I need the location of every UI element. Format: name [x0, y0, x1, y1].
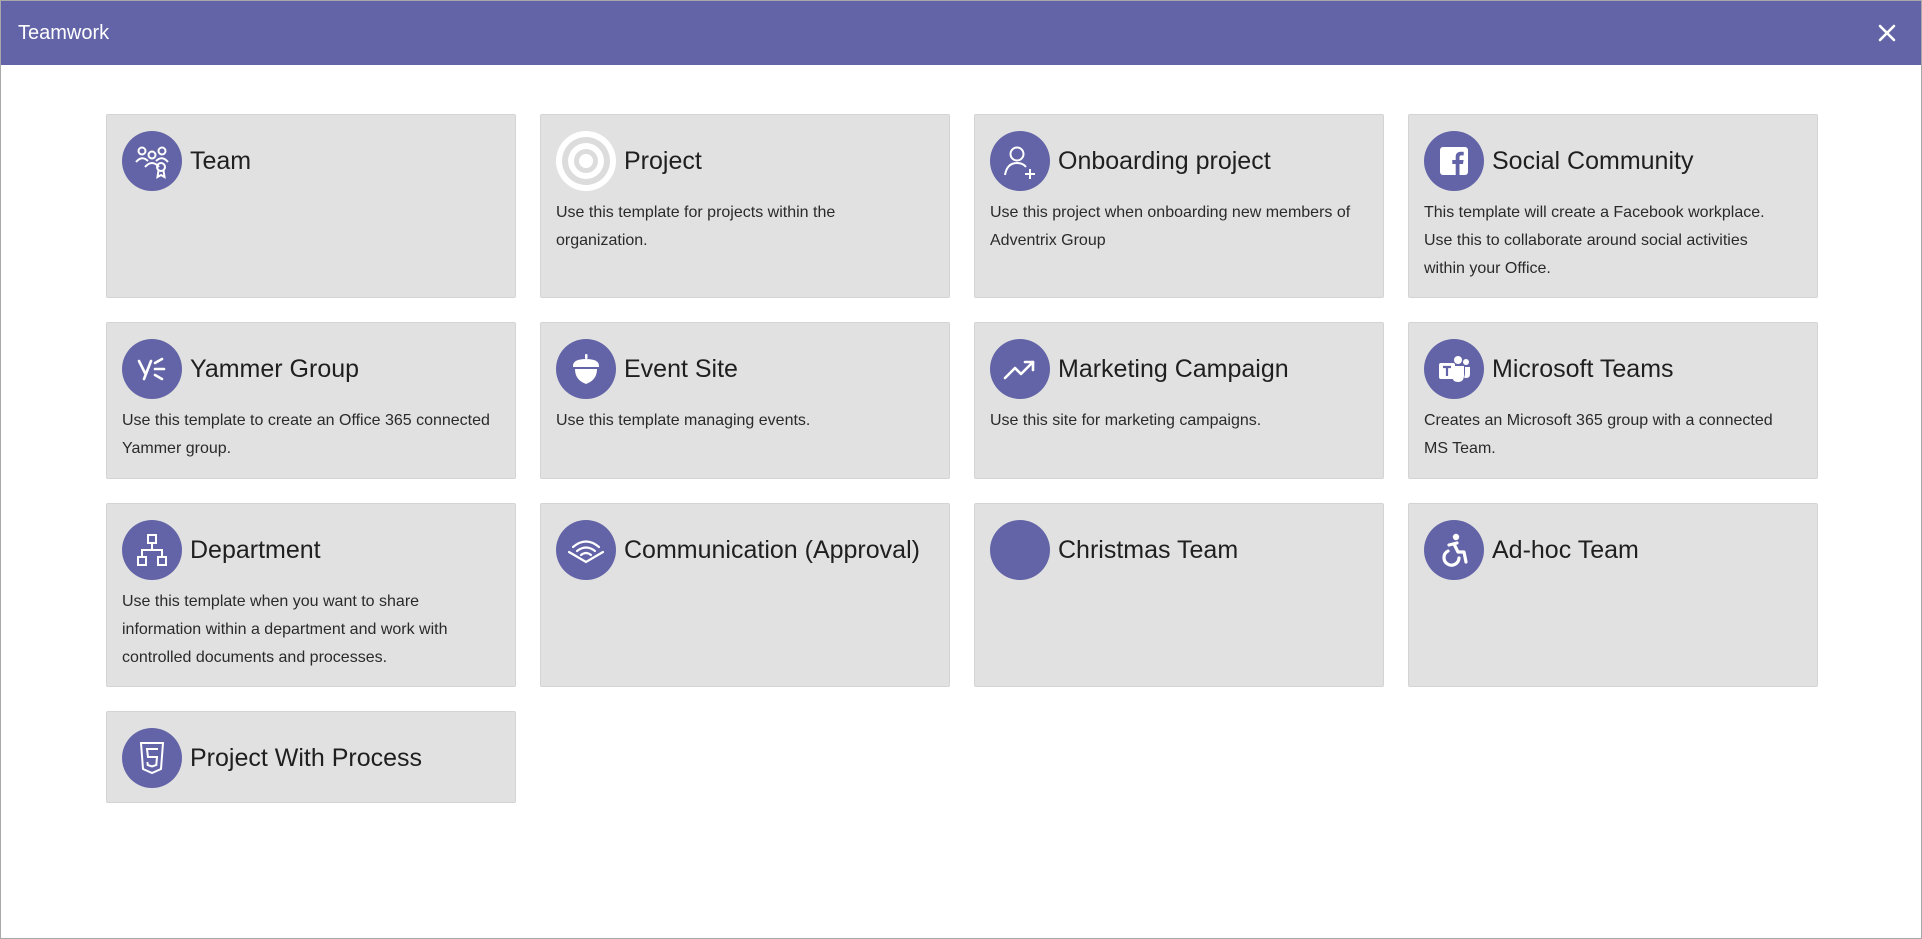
blank-circle-icon — [990, 520, 1050, 580]
template-description: Use this template for projects within th… — [556, 204, 836, 249]
template-title: Project With Process — [190, 744, 423, 772]
template-title: Event Site — [624, 355, 738, 383]
template-card-ad-hoc-team[interactable]: Ad-hoc Team — [1408, 503, 1818, 687]
add-user-icon — [990, 131, 1050, 191]
team-icon — [122, 131, 182, 191]
template-card-yammer-group[interactable]: Yammer Group Use this template to create… — [106, 322, 516, 479]
template-card-communication-approval[interactable]: Communication (Approval) — [540, 503, 950, 687]
template-title: Ad-hoc Team — [1492, 536, 1639, 564]
template-card-team[interactable]: Team — [106, 114, 516, 298]
dialog-title: Teamwork — [18, 22, 110, 44]
template-title: Onboarding project — [1058, 147, 1271, 175]
template-grid: Team Project Use this template for proje… — [106, 114, 1818, 803]
target-icon — [556, 131, 616, 191]
template-title: Yammer Group — [190, 355, 360, 383]
acorn-icon — [556, 339, 616, 399]
template-title: Social Community — [1492, 147, 1694, 175]
template-card-event-site[interactable]: Event Site Use this template managing ev… — [540, 322, 950, 479]
template-title: Communication (Approval) — [624, 536, 920, 564]
title-bar: Teamwork — [1, 1, 1921, 65]
teams-icon — [1424, 339, 1484, 399]
template-description: Use this site for marketing campaigns. — [990, 412, 1262, 429]
template-card-marketing-campaign[interactable]: Marketing Campaign Use this site for mar… — [974, 322, 1384, 479]
template-title: Project — [624, 147, 702, 175]
facebook-icon — [1424, 131, 1484, 191]
template-description: Use this template to create an Office 36… — [122, 412, 490, 457]
template-title: Christmas Team — [1058, 536, 1239, 564]
template-title: Marketing Campaign — [1058, 355, 1289, 383]
template-card-project-with-process[interactable]: Project With Process — [106, 711, 516, 803]
trending-up-icon — [990, 339, 1050, 399]
template-card-social-community[interactable]: Social Community This template will crea… — [1408, 114, 1818, 298]
template-description: Use this template managing events. — [556, 412, 811, 429]
wifi-book-icon — [556, 520, 616, 580]
template-card-department[interactable]: Department Use this template when you wa… — [106, 503, 516, 687]
accessibility-icon — [1424, 520, 1484, 580]
template-card-project[interactable]: Project Use this template for projects w… — [540, 114, 950, 298]
teamwork-dialog: Teamwork Team Project Use this template … — [0, 0, 1922, 939]
template-description: Creates an Microsoft 365 group with a co… — [1424, 412, 1773, 457]
yammer-icon — [122, 339, 182, 399]
template-title: Team — [190, 147, 252, 175]
html5-icon — [122, 728, 182, 788]
template-description: Use this template when you want to share… — [122, 593, 448, 666]
org-chart-icon — [122, 520, 182, 580]
template-title: Microsoft Teams — [1492, 355, 1674, 383]
template-card-christmas-team[interactable]: Christmas Team — [974, 503, 1384, 687]
template-description: Use this project when onboarding new mem… — [990, 204, 1351, 249]
template-card-microsoft-teams[interactable]: Microsoft Teams Creates an Microsoft 365… — [1408, 322, 1818, 479]
template-title: Department — [190, 536, 321, 564]
close-icon[interactable] — [1875, 21, 1899, 45]
template-description: This template will create a Facebook wor… — [1424, 204, 1765, 277]
template-card-onboarding-project[interactable]: Onboarding project Use this project when… — [974, 114, 1384, 298]
